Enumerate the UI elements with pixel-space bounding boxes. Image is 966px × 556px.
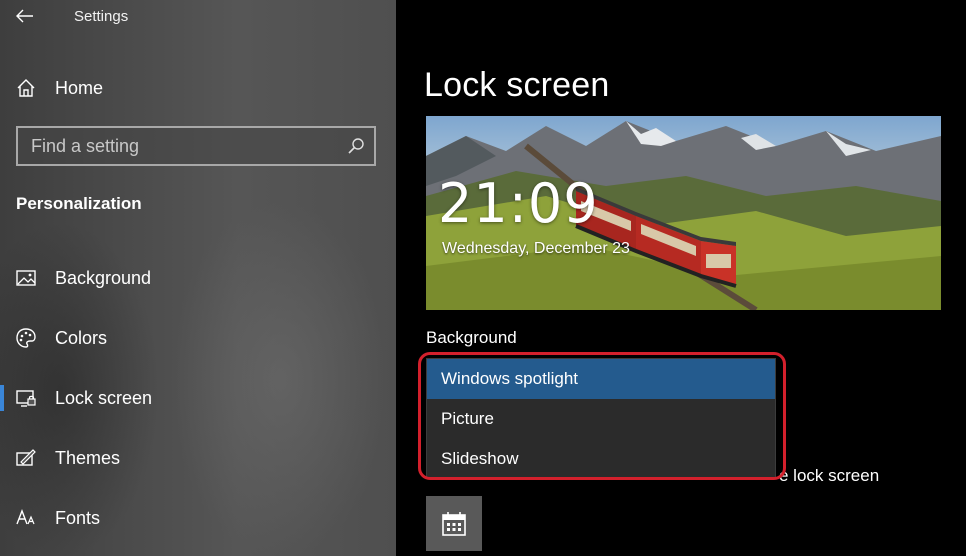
sidebar-item-label: Colors [55, 327, 108, 348]
sidebar-item-label: Lock screen [55, 387, 153, 408]
preview-time: 21:09 [438, 172, 599, 235]
page-title: Lock screen [424, 66, 610, 104]
sidebar-item-label: Home [55, 77, 104, 98]
lock-screen-icon [15, 387, 37, 409]
title-bar: Settings [0, 0, 396, 34]
background-label: Background [426, 328, 517, 347]
fonts-icon [15, 507, 37, 529]
sidebar-item-fonts[interactable]: Fonts [0, 498, 396, 538]
background-dropdown-list[interactable]: Windows spotlight Picture Slideshow [426, 358, 776, 478]
search-icon[interactable] [347, 137, 365, 155]
back-arrow-icon [16, 9, 33, 23]
sidebar-item-colors[interactable]: Colors [0, 318, 396, 358]
sidebar-item-label: Fonts [55, 507, 101, 528]
back-button[interactable] [10, 2, 40, 30]
calendar-app-button[interactable] [426, 496, 482, 551]
palette-icon [15, 327, 37, 349]
dropdown-option-picture[interactable]: Picture [427, 399, 775, 439]
sidebar-item-label: Background [55, 267, 152, 288]
search-input[interactable] [18, 128, 338, 164]
dropdown-option-slideshow[interactable]: Slideshow [427, 439, 775, 479]
sidebar-item-background[interactable]: Background [0, 258, 396, 298]
sidebar: Settings Home Personalization [0, 0, 396, 556]
sidebar-item-lock-screen[interactable]: Lock screen [0, 378, 396, 418]
window-title: Settings [74, 8, 129, 25]
main-panel: Lock screen 21:09 Wednesday, December 23… [396, 0, 966, 556]
active-indicator [0, 385, 4, 411]
image-icon [15, 267, 37, 289]
partial-setting-text: e lock screen [779, 466, 880, 485]
sidebar-item-label: Themes [55, 447, 121, 468]
preview-date: Wednesday, December 23 [442, 240, 630, 257]
lock-screen-preview: 21:09 Wednesday, December 23 [426, 116, 941, 310]
themes-icon [15, 447, 37, 469]
section-heading: Personalization [16, 194, 142, 213]
search-box[interactable] [16, 126, 376, 166]
calendar-icon [442, 511, 466, 536]
dropdown-option-windows-spotlight[interactable]: Windows spotlight [427, 359, 775, 399]
home-icon [15, 77, 37, 99]
sidebar-item-themes[interactable]: Themes [0, 438, 396, 478]
sidebar-item-home[interactable]: Home [0, 68, 396, 108]
